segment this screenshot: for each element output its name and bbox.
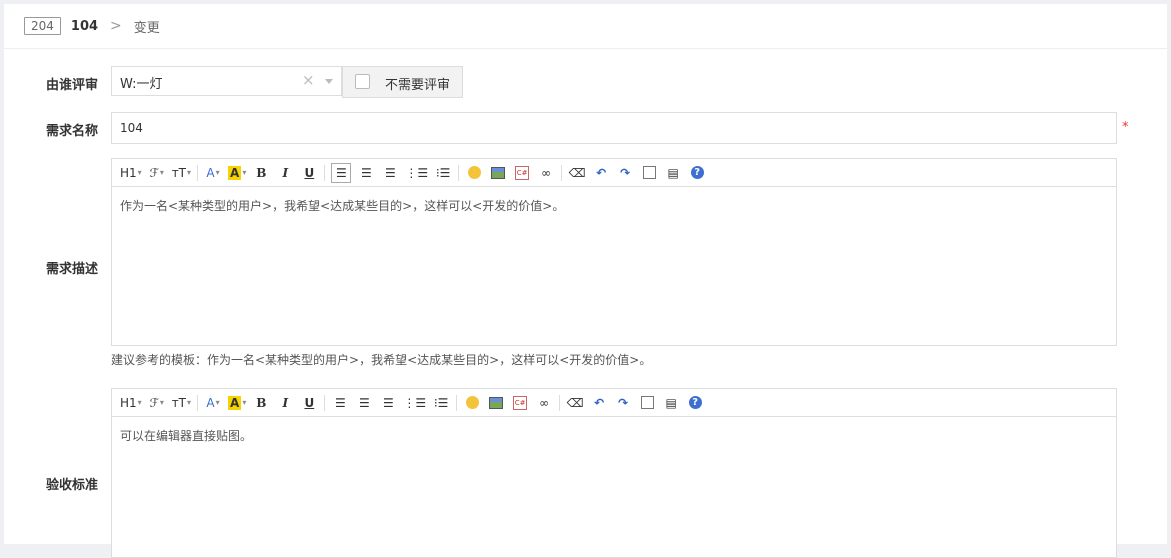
font-family-button[interactable]: ℱ ▾ [148,164,166,182]
underline-button[interactable]: U [300,164,318,182]
no-review-label: 不需要评审 [385,78,451,93]
acceptance-content[interactable]: 可以在编辑器直接贴图。 [112,417,1116,454]
toolbar-divider [561,164,563,181]
redo-icon[interactable]: ↷ [614,394,632,412]
heading-button[interactable]: H1 ▾ [120,164,142,182]
story-name-value: 104 [120,121,143,135]
toolbar-divider [324,164,326,181]
reviewer-value: W:一灯 [120,77,163,92]
story-id-badge: 204 [24,17,61,35]
italic-button[interactable]: I [276,164,294,182]
code-icon[interactable]: C# [511,394,529,412]
eraser-icon[interactable]: ⌫ [566,394,584,412]
align-center-icon[interactable]: ☰ [355,394,373,412]
align-left-icon[interactable]: ☰ [331,162,352,183]
undo-icon[interactable]: ↶ [590,394,608,412]
unordered-list-icon[interactable]: ⁝☰ [432,394,450,412]
align-left-icon[interactable]: ☰ [331,394,349,412]
toolbar-divider [456,394,458,411]
font-color-button[interactable]: A ▾ [204,394,222,412]
image-icon[interactable] [489,164,507,182]
description-content[interactable]: 作为一名<某种类型的用户>，我希望<达成某些目的>，这样可以<开发的价值>。 [112,187,1116,224]
breadcrumb-action: 变更 [133,20,160,36]
underline-button[interactable]: U [300,394,318,412]
unordered-list-icon[interactable]: ⁝☰ [434,164,452,182]
image-icon[interactable] [487,394,505,412]
link-icon[interactable]: ∞ [537,164,555,182]
toolbar-divider [458,164,460,181]
editor-toolbar: H1 ▾ ℱ ▾ ᴛT ▾ A ▾ A ▾ B I U ☰ ☰ ☰ ⋮☰ ⁝☰ C# ∞ … [112,159,1116,187]
toolbar-divider [324,394,326,411]
fullscreen-icon[interactable] [638,394,656,412]
bold-button[interactable]: B [252,394,270,412]
fullscreen-icon[interactable] [640,164,658,182]
story-name-label: 需求名称 [45,124,98,139]
help-icon[interactable]: ? [688,164,706,182]
chevron-right-icon: > [110,18,122,34]
bold-button[interactable]: B [252,164,270,182]
editor-toolbar: H1 ▾ ℱ ▾ ᴛT ▾ A ▾ A ▾ B I U ☰ ☰ ☰ ⋮☰ ⁝☰ C# ∞ … [112,389,1116,417]
acceptance-label: 验收标准 [45,478,98,493]
emoji-icon[interactable] [463,394,481,412]
redo-icon[interactable]: ↷ [616,164,634,182]
source-icon[interactable]: ▤ [662,394,680,412]
heading-button[interactable]: H1 ▾ [120,394,142,412]
story-title[interactable]: 104 [71,19,98,34]
reviewer-label: 由谁评审 [45,78,98,93]
ordered-list-icon[interactable]: ⋮☰ [405,164,428,182]
help-icon[interactable]: ? [686,394,704,412]
page: 204 104 > 变更 由谁评审 W:一灯 × 不需要评审 需求名称 104 … [4,4,1167,558]
align-center-icon[interactable]: ☰ [357,164,375,182]
clear-icon[interactable]: × [302,71,315,89]
font-color-button[interactable]: A ▾ [204,164,222,182]
reviewer-select[interactable]: W:一灯 × [111,66,342,96]
align-right-icon[interactable]: ☰ [379,394,397,412]
story-name-input[interactable]: 104 [111,112,1117,144]
toolbar-divider [197,164,199,181]
italic-button[interactable]: I [276,394,294,412]
chevron-down-icon[interactable] [325,79,333,84]
description-hint: 建议参考的模板：作为一名<某种类型的用户>，我希望<达成某些目的>，这样可以<开… [111,353,652,367]
undo-icon[interactable]: ↶ [592,164,610,182]
description-label: 需求描述 [45,262,98,277]
source-icon[interactable]: ▤ [664,164,682,182]
toolbar-divider [559,394,561,411]
no-review-toggle[interactable]: 不需要评审 [342,66,463,98]
code-icon[interactable]: C# [513,164,531,182]
toolbar-divider [197,394,199,411]
background-color-button[interactable]: A ▾ [228,394,246,412]
font-family-button[interactable]: ℱ ▾ [148,394,166,412]
background-color-button[interactable]: A ▾ [228,164,246,182]
required-mark: * [1122,120,1129,135]
description-editor[interactable]: H1 ▾ ℱ ▾ ᴛT ▾ A ▾ A ▾ B I U ☰ ☰ ☰ ⋮☰ ⁝☰ C# ∞ … [111,158,1117,346]
eraser-icon[interactable]: ⌫ [568,164,586,182]
emoji-icon[interactable] [465,164,483,182]
breadcrumb: 204 104 > 变更 [4,4,1167,49]
font-size-button[interactable]: ᴛT ▾ [172,164,191,182]
ordered-list-icon[interactable]: ⋮☰ [403,394,426,412]
align-right-icon[interactable]: ☰ [381,164,399,182]
link-icon[interactable]: ∞ [535,394,553,412]
acceptance-editor[interactable]: H1 ▾ ℱ ▾ ᴛT ▾ A ▾ A ▾ B I U ☰ ☰ ☰ ⋮☰ ⁝☰ C# ∞ … [111,388,1117,558]
no-review-checkbox[interactable] [355,74,370,89]
font-size-button[interactable]: ᴛT ▾ [172,394,191,412]
